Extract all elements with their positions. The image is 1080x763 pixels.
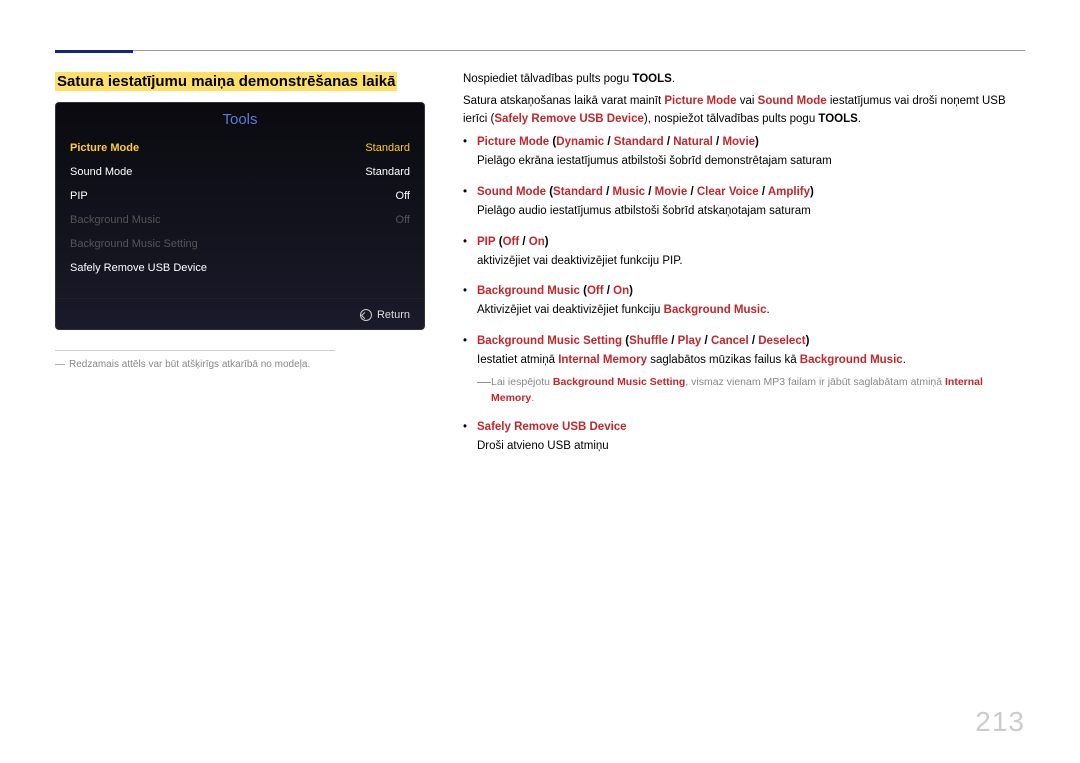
menu-item-bgm: Background Music Off xyxy=(56,208,424,232)
bullet-picture-mode: Picture Mode (Dynamic / Standard / Natur… xyxy=(463,134,1025,171)
bullet-bgm-setting: Background Music Setting (Shuffle / Play… xyxy=(463,333,1025,406)
menu-item-safely-remove[interactable]: Safely Remove USB Device xyxy=(56,256,424,280)
tools-panel: Tools Picture Mode Standard Sound Mode S… xyxy=(55,102,425,330)
menu-item-label: Picture Mode xyxy=(70,142,139,154)
menu-item-label: PIP xyxy=(70,190,88,202)
menu-item-bgm-setting: Background Music Setting xyxy=(56,232,424,256)
return-icon xyxy=(360,309,372,321)
bullet-bgm: Background Music (Off / On) Aktivizējiet… xyxy=(463,283,1025,320)
menu-item-pip[interactable]: PIP Off xyxy=(56,184,424,208)
menu-item-picture-mode[interactable]: Picture Mode Standard xyxy=(56,136,424,160)
intro-line-2: Satura atskaņošanas laikā varat mainīt P… xyxy=(463,93,1025,129)
tools-title: Tools xyxy=(56,103,424,136)
bullet-sound-mode: Sound Mode (Standard / Music / Movie / C… xyxy=(463,184,1025,221)
note-divider xyxy=(55,350,335,351)
menu-item-value: Off xyxy=(396,190,410,202)
menu-item-sound-mode[interactable]: Sound Mode Standard xyxy=(56,160,424,184)
page-number: 213 xyxy=(975,706,1025,738)
menu-item-label: Background Music Setting xyxy=(70,238,198,250)
menu-item-label: Background Music xyxy=(70,214,161,226)
menu-item-label: Sound Mode xyxy=(70,166,132,178)
footnote-bgm-setting: ― Lai iespējotu Background Music Setting… xyxy=(477,374,1025,407)
tools-footer-return[interactable]: Return xyxy=(56,298,424,329)
return-label: Return xyxy=(377,309,410,321)
menu-item-value: Off xyxy=(396,214,410,226)
menu-item-value: Standard xyxy=(365,142,410,154)
header-rule xyxy=(55,50,1025,51)
menu-item-value: Standard xyxy=(365,166,410,178)
menu-item-label: Safely Remove USB Device xyxy=(70,262,207,274)
section-heading: Satura iestatījumu maiņa demonstrēšanas … xyxy=(55,72,397,91)
bullet-safely-remove: Safely Remove USB Device Droši atvieno U… xyxy=(463,419,1025,456)
intro-line-1: Nospiediet tālvadības pults pogu TOOLS. xyxy=(463,71,1025,89)
bullet-pip: PIP (Off / On) aktivizējiet vai deaktivi… xyxy=(463,234,1025,271)
image-disclaimer: ―Redzamais attēls var būt atšķirīgs atka… xyxy=(55,359,435,370)
